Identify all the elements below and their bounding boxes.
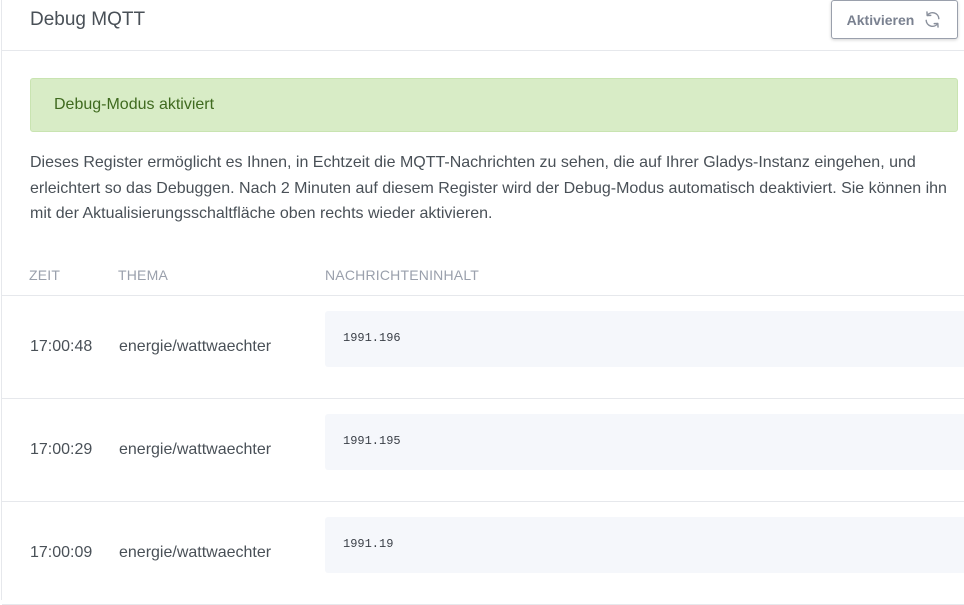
description-text: Dieses Register ermöglicht es Ihnen, in … (30, 154, 947, 222)
column-header-content: NACHRICHTENINHALT (325, 267, 480, 283)
row-time: 17:00:29 (30, 441, 93, 458)
row-content-box: 1991.196 (325, 311, 964, 367)
row-topic: energie/wattwaechter (119, 338, 272, 355)
row-content: 1991.195 (343, 434, 401, 448)
row-content-box: 1991.19 (325, 517, 964, 573)
row-time: 17:00:48 (30, 338, 93, 355)
row-content: 1991.19 (343, 537, 394, 551)
row-time: 17:00:09 (30, 544, 93, 561)
column-header-time: ZEIT (29, 267, 61, 283)
page-title: Debug MQTT (30, 9, 146, 30)
table-row: 17:00:09 energie/wattwaechter 1991.19 (2, 502, 964, 605)
table-row: 17:00:48 energie/wattwaechter 1991.196 (2, 296, 964, 399)
debug-mode-alert: Debug-Modus aktiviert (30, 78, 958, 132)
column-header-topic: THEMA (118, 267, 168, 283)
row-topic: energie/wattwaechter (119, 544, 272, 561)
refresh-icon (923, 10, 942, 29)
row-topic: energie/wattwaechter (119, 441, 272, 458)
table-row: 17:00:29 energie/wattwaechter 1991.195 (2, 399, 964, 502)
row-content: 1991.196 (343, 331, 401, 345)
card-header: Debug MQTT Aktivieren (2, 0, 964, 51)
activate-button[interactable]: Aktivieren (831, 0, 958, 39)
row-content-box: 1991.195 (325, 414, 964, 470)
debug-mqtt-card: Debug MQTT Aktivieren Debug-Modus aktivi… (1, 0, 964, 605)
activate-button-label: Aktivieren (846, 11, 915, 28)
table-header: ZEIT THEMA NACHRICHTENINHALT (2, 262, 964, 296)
